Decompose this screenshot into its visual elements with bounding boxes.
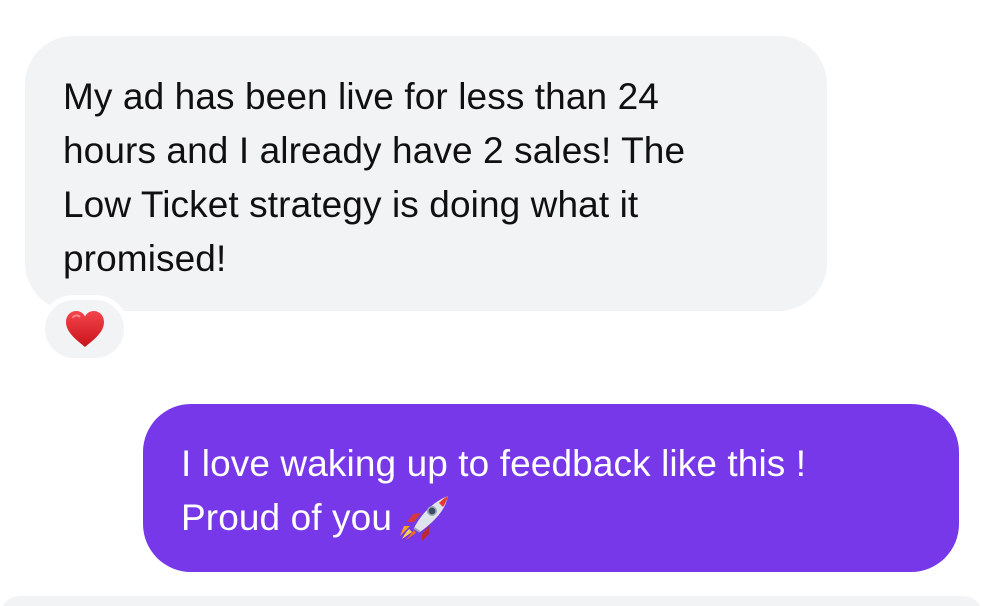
- message-reaction[interactable]: [40, 295, 129, 363]
- red-heart-icon: [64, 309, 106, 349]
- outgoing-message-line-1: I love waking up to feedback like this !: [181, 443, 807, 484]
- outgoing-message-text: I love waking up to feedback like this !…: [181, 437, 929, 545]
- rocket-icon: [396, 492, 452, 542]
- next-message-bubble-edge: [0, 596, 983, 606]
- incoming-message-bubble[interactable]: My ad has been live for less than 24 hou…: [25, 36, 827, 311]
- outgoing-message-line-2: Proud of you: [181, 491, 929, 545]
- chat-thread: My ad has been live for less than 24 hou…: [0, 0, 983, 606]
- incoming-message-text: My ad has been live for less than 24 hou…: [63, 76, 686, 279]
- outgoing-message-line-2-text: Proud of you: [181, 497, 393, 538]
- outgoing-message-bubble[interactable]: I love waking up to feedback like this !…: [143, 404, 959, 572]
